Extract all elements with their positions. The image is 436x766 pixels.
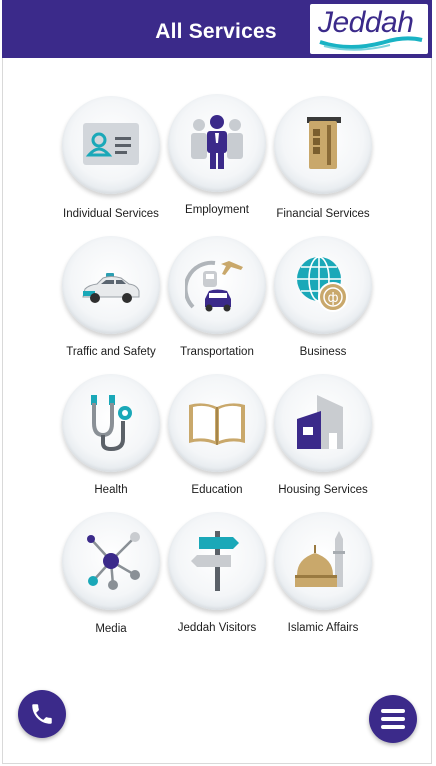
service-label: Housing Services bbox=[278, 484, 368, 496]
menu-button[interactable] bbox=[369, 695, 417, 743]
signpost-icon bbox=[168, 512, 266, 610]
id-card-icon bbox=[62, 96, 160, 194]
police-car-icon bbox=[62, 236, 160, 334]
open-book-icon bbox=[168, 374, 266, 472]
service-label: Islamic Affairs bbox=[287, 622, 359, 634]
menu-bar bbox=[381, 717, 405, 721]
stethoscope-icon bbox=[62, 374, 160, 472]
bank-card-icon bbox=[274, 96, 372, 194]
service-employment[interactable]: Employment bbox=[162, 94, 272, 224]
building-icon bbox=[274, 374, 372, 472]
service-business[interactable]: ф Business bbox=[268, 236, 378, 366]
people-icon bbox=[168, 94, 266, 192]
menu-bar bbox=[381, 709, 405, 713]
services-grid: Individual Services Employment Financial… bbox=[0, 0, 436, 766]
service-label: Business bbox=[299, 346, 347, 358]
network-icon bbox=[62, 512, 160, 610]
menu-bar bbox=[381, 725, 405, 729]
call-button[interactable] bbox=[18, 690, 66, 738]
service-financial-services[interactable]: Financial Services bbox=[268, 96, 378, 226]
mosque-icon bbox=[274, 512, 372, 610]
globe-coin-icon: ф bbox=[274, 236, 372, 334]
phone-icon bbox=[32, 704, 52, 724]
transport-icon bbox=[168, 236, 266, 334]
service-islamic-affairs[interactable]: Islamic Affairs bbox=[268, 512, 378, 642]
service-housing-services[interactable]: Housing Services bbox=[268, 374, 378, 504]
svg-text:ф: ф bbox=[327, 291, 338, 306]
service-label: Financial Services bbox=[276, 208, 370, 220]
